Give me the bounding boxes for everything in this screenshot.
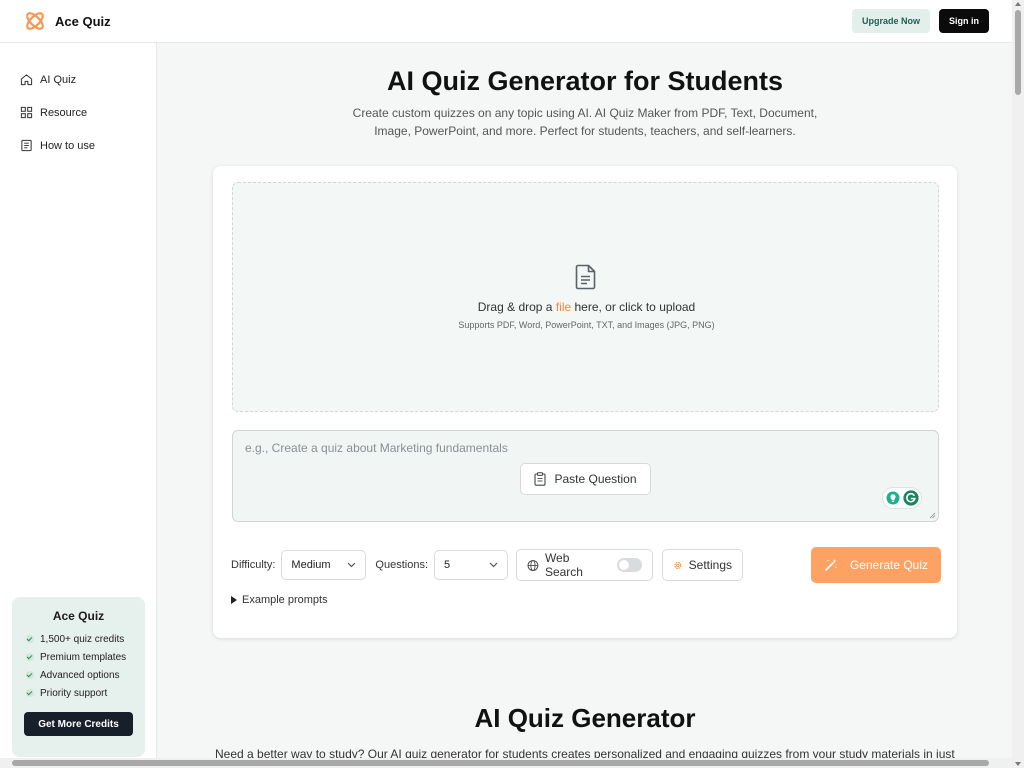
sidebar: AI Quiz Resource How to use Ace Quiz 1,5… — [0, 43, 157, 768]
paste-question-button[interactable]: Paste Question — [520, 463, 651, 495]
logo[interactable]: Ace Quiz — [23, 9, 111, 33]
check-icon — [26, 689, 34, 697]
main-content: AI Quiz Generator for Students Create cu… — [158, 43, 1012, 758]
difficulty-select[interactable]: Medium — [281, 550, 367, 580]
promo-feature: 1,500+ quiz credits — [24, 630, 133, 648]
file-upload-dropzone[interactable]: Drag & drop a file here, or click to upl… — [232, 182, 939, 412]
upload-instructions: Drag & drop a file here, or click to upl… — [477, 300, 696, 314]
magic-wand-icon — [825, 559, 838, 571]
promo-title: Ace Quiz — [52, 609, 105, 623]
get-more-credits-button[interactable]: Get More Credits — [24, 712, 133, 736]
ace-quiz-logo-icon — [26, 12, 44, 30]
promo-card: Ace Quiz 1,500+ quiz credits Premium tem… — [12, 597, 145, 757]
questions-select[interactable]: 5 — [434, 550, 509, 580]
upgrade-now-button[interactable]: Upgrade Now — [851, 9, 930, 33]
promo-feature: Advanced options — [24, 666, 133, 684]
lightbulb-icon — [886, 491, 899, 505]
chevron-down-icon — [347, 562, 356, 568]
sidebar-item-ai-quiz[interactable]: AI Quiz — [0, 63, 156, 96]
generate-quiz-button[interactable]: Generate Quiz — [811, 547, 941, 583]
book-icon — [21, 139, 32, 152]
sign-in-button[interactable]: Sign in — [939, 9, 989, 33]
sidebar-item-label: How to use — [40, 139, 96, 152]
clipboard-icon — [534, 472, 547, 486]
web-search-switch[interactable] — [617, 558, 643, 572]
grid-icon — [20, 106, 33, 119]
section-title: AI Quiz Generator — [474, 703, 696, 733]
grammarly-icon — [902, 490, 919, 506]
sidebar-item-how-to-use[interactable]: How to use — [0, 129, 156, 162]
triangle-right-icon — [231, 596, 237, 604]
quiz-generator-card: Drag & drop a file here, or click to upl… — [213, 166, 957, 638]
settings-button[interactable]: Settings — [662, 549, 744, 581]
globe-icon — [527, 559, 539, 571]
home-icon — [20, 74, 33, 86]
sidebar-item-label: AI Quiz — [40, 73, 77, 86]
gear-icon — [674, 561, 682, 569]
sidebar-item-label: Resource — [40, 106, 88, 119]
top-header: Ace Quiz Upgrade Now Sign in — [0, 0, 1012, 43]
file-icon — [575, 264, 596, 290]
promo-feature: Priority support — [24, 684, 133, 702]
difficulty-label: Difficulty: — [231, 559, 276, 571]
horizontal-scroll-thumb[interactable] — [12, 760, 989, 766]
questions-label: Questions: — [375, 559, 429, 571]
horizontal-scrollbar[interactable] — [0, 758, 1012, 768]
vertical-scroll-thumb[interactable] — [1015, 10, 1021, 95]
supported-formats: Supports PDF, Word, PowerPoint, TXT, and… — [458, 320, 715, 330]
page-subtitle: Create custom quizzes on any topic using… — [352, 106, 818, 138]
quiz-controls: Difficulty: Medium Questions: 5 Web Sear… — [231, 547, 941, 583]
promo-feature: Premium templates — [24, 648, 133, 666]
sidebar-item-resource[interactable]: Resource — [0, 96, 156, 129]
file-link[interactable]: file — [556, 300, 571, 314]
prompt-textarea-box[interactable]: Paste Question — [232, 430, 939, 522]
vertical-scrollbar[interactable] — [1012, 0, 1024, 768]
check-icon — [26, 635, 34, 643]
chevron-down-icon — [489, 562, 498, 568]
check-icon — [26, 671, 34, 679]
scroll-down-icon[interactable] — [1015, 762, 1021, 766]
check-icon — [26, 653, 34, 661]
resize-handle-icon[interactable] — [929, 512, 936, 519]
prompt-input[interactable] — [245, 441, 845, 455]
grammarly-widget[interactable] — [882, 487, 922, 509]
page-title: AI Quiz Generator for Students — [386, 66, 784, 96]
section-text: Need a better way to study? Our AI quiz … — [215, 747, 955, 758]
logo-name: Ace Quiz — [55, 13, 111, 29]
example-prompts-toggle[interactable]: Example prompts — [231, 594, 328, 606]
web-search-toggle[interactable]: Web Search — [516, 549, 654, 581]
scroll-up-icon[interactable] — [1015, 2, 1021, 6]
